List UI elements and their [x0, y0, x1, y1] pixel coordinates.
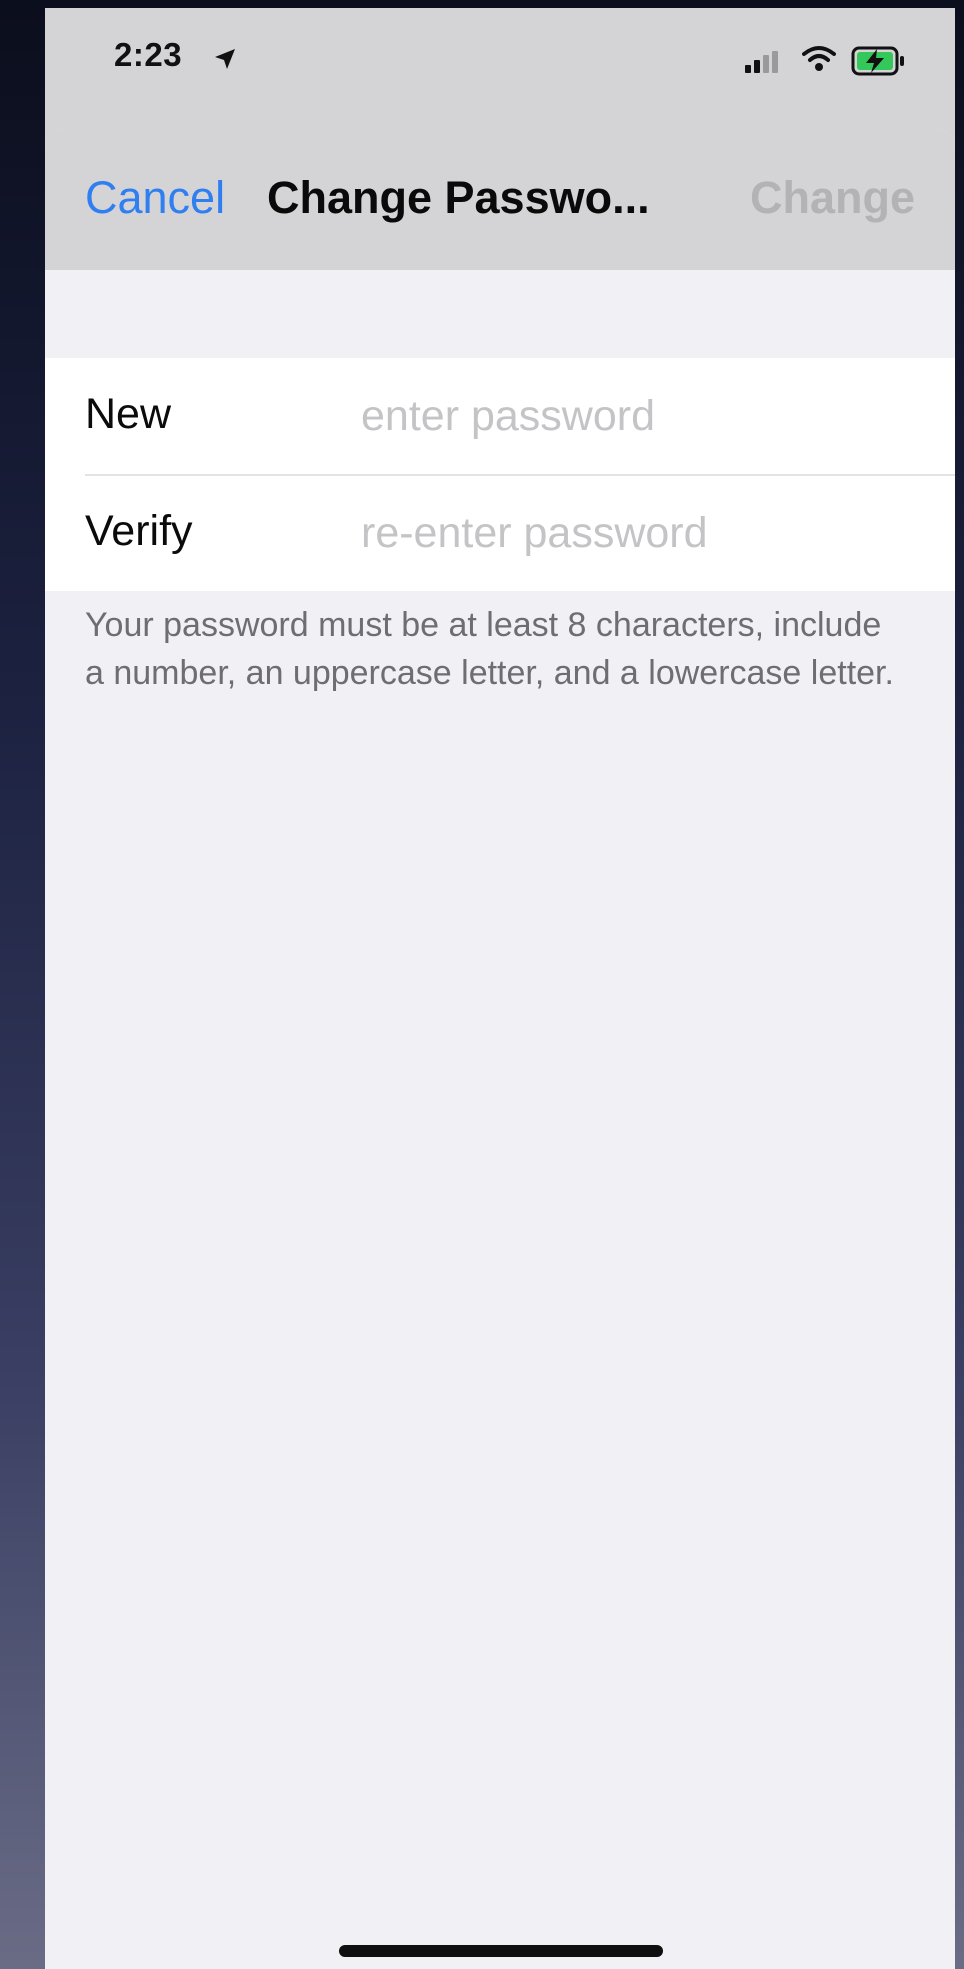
nav-bar: Cancel Change Passwo... Change [45, 128, 955, 270]
status-time: 2:23 [114, 36, 183, 73]
status-bar: 2:23 [45, 8, 955, 118]
verify-password-label: Verify [85, 507, 193, 555]
verify-password-input[interactable] [361, 505, 921, 561]
phone-screen: 2:23 Cancel Change Passwo... Change New … [45, 8, 955, 1969]
new-password-row: New [85, 358, 955, 476]
location-arrow-icon [215, 49, 235, 69]
verify-password-row: Verify [85, 475, 955, 591]
change-password-sheet: Cancel Change Passwo... Change New Verif… [45, 128, 955, 1969]
new-password-label: New [85, 390, 172, 438]
cellular-signal-icon [745, 51, 778, 73]
battery-charging-icon [851, 46, 904, 76]
password-requirements-text: Your password must be at least 8 charact… [85, 606, 894, 692]
cancel-button[interactable]: Cancel [85, 172, 225, 224]
password-form: New Verify [45, 358, 955, 591]
wifi-icon [802, 46, 836, 71]
home-indicator[interactable] [339, 1945, 663, 1957]
page-title: Change Passwo... [267, 172, 650, 223]
change-button[interactable]: Change [750, 172, 915, 224]
new-password-input[interactable] [361, 388, 921, 444]
